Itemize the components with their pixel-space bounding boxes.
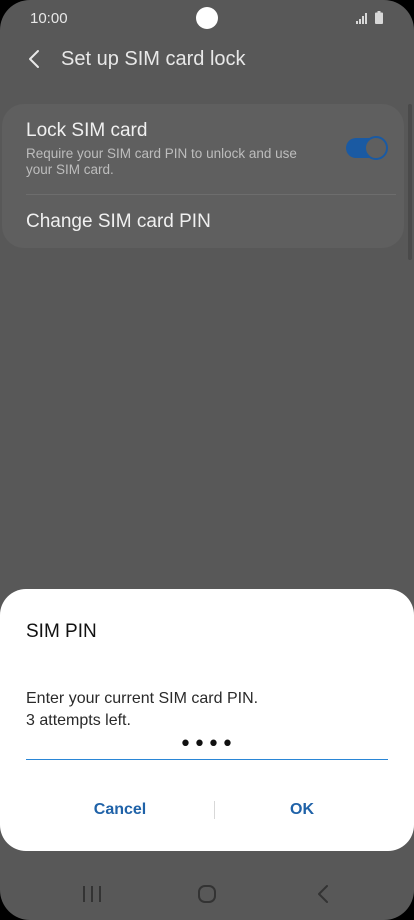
pin-input[interactable]	[26, 729, 388, 760]
nav-back-icon[interactable]	[303, 874, 343, 914]
settings-card: Lock SIM card Require your SIM card PIN …	[2, 104, 404, 248]
home-icon[interactable]	[187, 874, 227, 914]
app-header: Set up SIM card lock	[0, 38, 414, 82]
lock-sim-card-title: Lock SIM card	[26, 120, 148, 141]
status-time: 10:00	[30, 10, 68, 27]
toggle-thumb	[364, 136, 388, 160]
battery-icon	[375, 11, 383, 24]
cancel-button[interactable]: Cancel	[26, 785, 214, 835]
dialog-message-line: Enter your current SIM card PIN.	[26, 690, 259, 707]
page-title: Set up SIM card lock	[61, 48, 246, 70]
dialog-message: Enter your current SIM card PIN. 3 attem…	[26, 688, 258, 732]
scrollbar[interactable]	[408, 104, 412, 260]
lock-sim-card-toggle[interactable]	[346, 136, 388, 160]
phone-screen: 10:00 Set up SIM card lock Lock SIM card…	[0, 0, 414, 920]
navigation-bar	[0, 866, 414, 920]
recent-apps-icon[interactable]	[72, 874, 112, 914]
button-divider	[214, 801, 215, 819]
back-arrow-icon[interactable]	[24, 48, 46, 70]
sim-pin-dialog: SIM PIN Enter your current SIM card PIN.…	[0, 589, 414, 851]
signal-icon	[356, 13, 367, 24]
lock-sim-card-row[interactable]: Lock SIM card Require your SIM card PIN …	[2, 104, 404, 194]
ok-button[interactable]: OK	[216, 785, 388, 835]
change-sim-pin-title: Change SIM card PIN	[26, 211, 211, 232]
dialog-title: SIM PIN	[26, 621, 97, 642]
camera-cutout	[196, 7, 218, 29]
status-bar: 10:00	[0, 0, 414, 38]
lock-sim-card-description: Require your SIM card PIN to unlock and …	[26, 146, 297, 177]
change-sim-pin-row[interactable]: Change SIM card PIN	[2, 195, 404, 248]
